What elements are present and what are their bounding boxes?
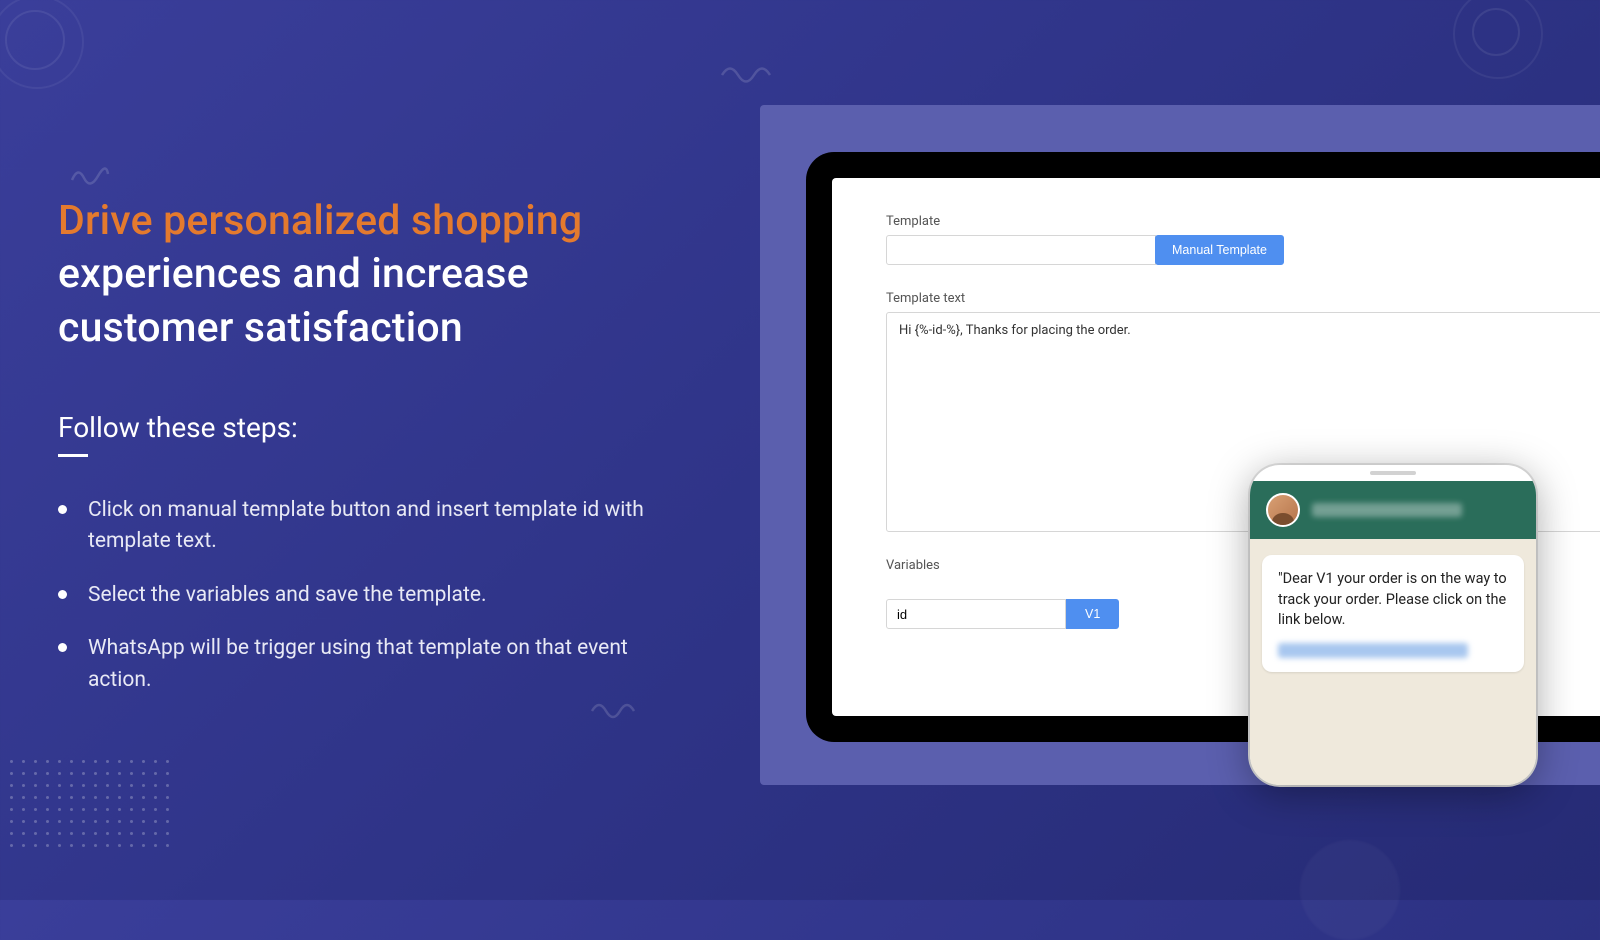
steps-list: Click on manual template button and inse…	[58, 495, 678, 697]
chat-body: "Dear V1 your order is on the way to tra…	[1250, 539, 1536, 785]
steps-title: Follow these steps:	[58, 411, 678, 444]
template-row: Manual Template	[886, 235, 1600, 265]
template-input[interactable]	[886, 235, 1156, 265]
message-text: "Dear V1 your order is on the way to tra…	[1278, 569, 1508, 631]
step-item: Select the variables and save the templa…	[58, 580, 678, 612]
variable-input[interactable]	[886, 599, 1066, 629]
template-text-value: Hi {%-id-%}, Thanks for placing the orde…	[899, 323, 1131, 338]
decoration-squiggle	[720, 60, 780, 94]
phone-notch	[1370, 471, 1416, 475]
variable-button[interactable]: V1	[1066, 599, 1119, 629]
avatar	[1266, 493, 1300, 527]
step-item: Click on manual template button and inse…	[58, 495, 678, 558]
template-text-label: Template text	[886, 291, 1600, 306]
phone-frame: "Dear V1 your order is on the way to tra…	[1250, 465, 1536, 785]
message-link-blurred	[1278, 643, 1468, 658]
manual-template-button[interactable]: Manual Template	[1155, 235, 1284, 265]
preview-panel: Template Manual Template Template text H…	[760, 105, 1600, 785]
contact-name-blurred	[1312, 503, 1462, 517]
decoration-circle	[5, 10, 65, 70]
decoration-circle	[1300, 840, 1400, 940]
decoration-squiggle	[70, 160, 110, 194]
decoration-circle	[1472, 8, 1520, 56]
message-bubble: "Dear V1 your order is on the way to tra…	[1262, 555, 1524, 672]
headline-rest: experiences and increase customer satisf…	[58, 250, 529, 351]
headline-accent: Drive personalized shopping	[58, 197, 582, 245]
headline: Drive personalized shopping experiences …	[58, 195, 678, 355]
chat-header	[1250, 481, 1536, 539]
marketing-copy: Drive personalized shopping experiences …	[58, 195, 678, 718]
title-underline	[58, 454, 88, 457]
template-label: Template	[886, 214, 1600, 229]
step-item: WhatsApp will be trigger using that temp…	[58, 633, 678, 696]
decoration-dots	[10, 760, 172, 850]
